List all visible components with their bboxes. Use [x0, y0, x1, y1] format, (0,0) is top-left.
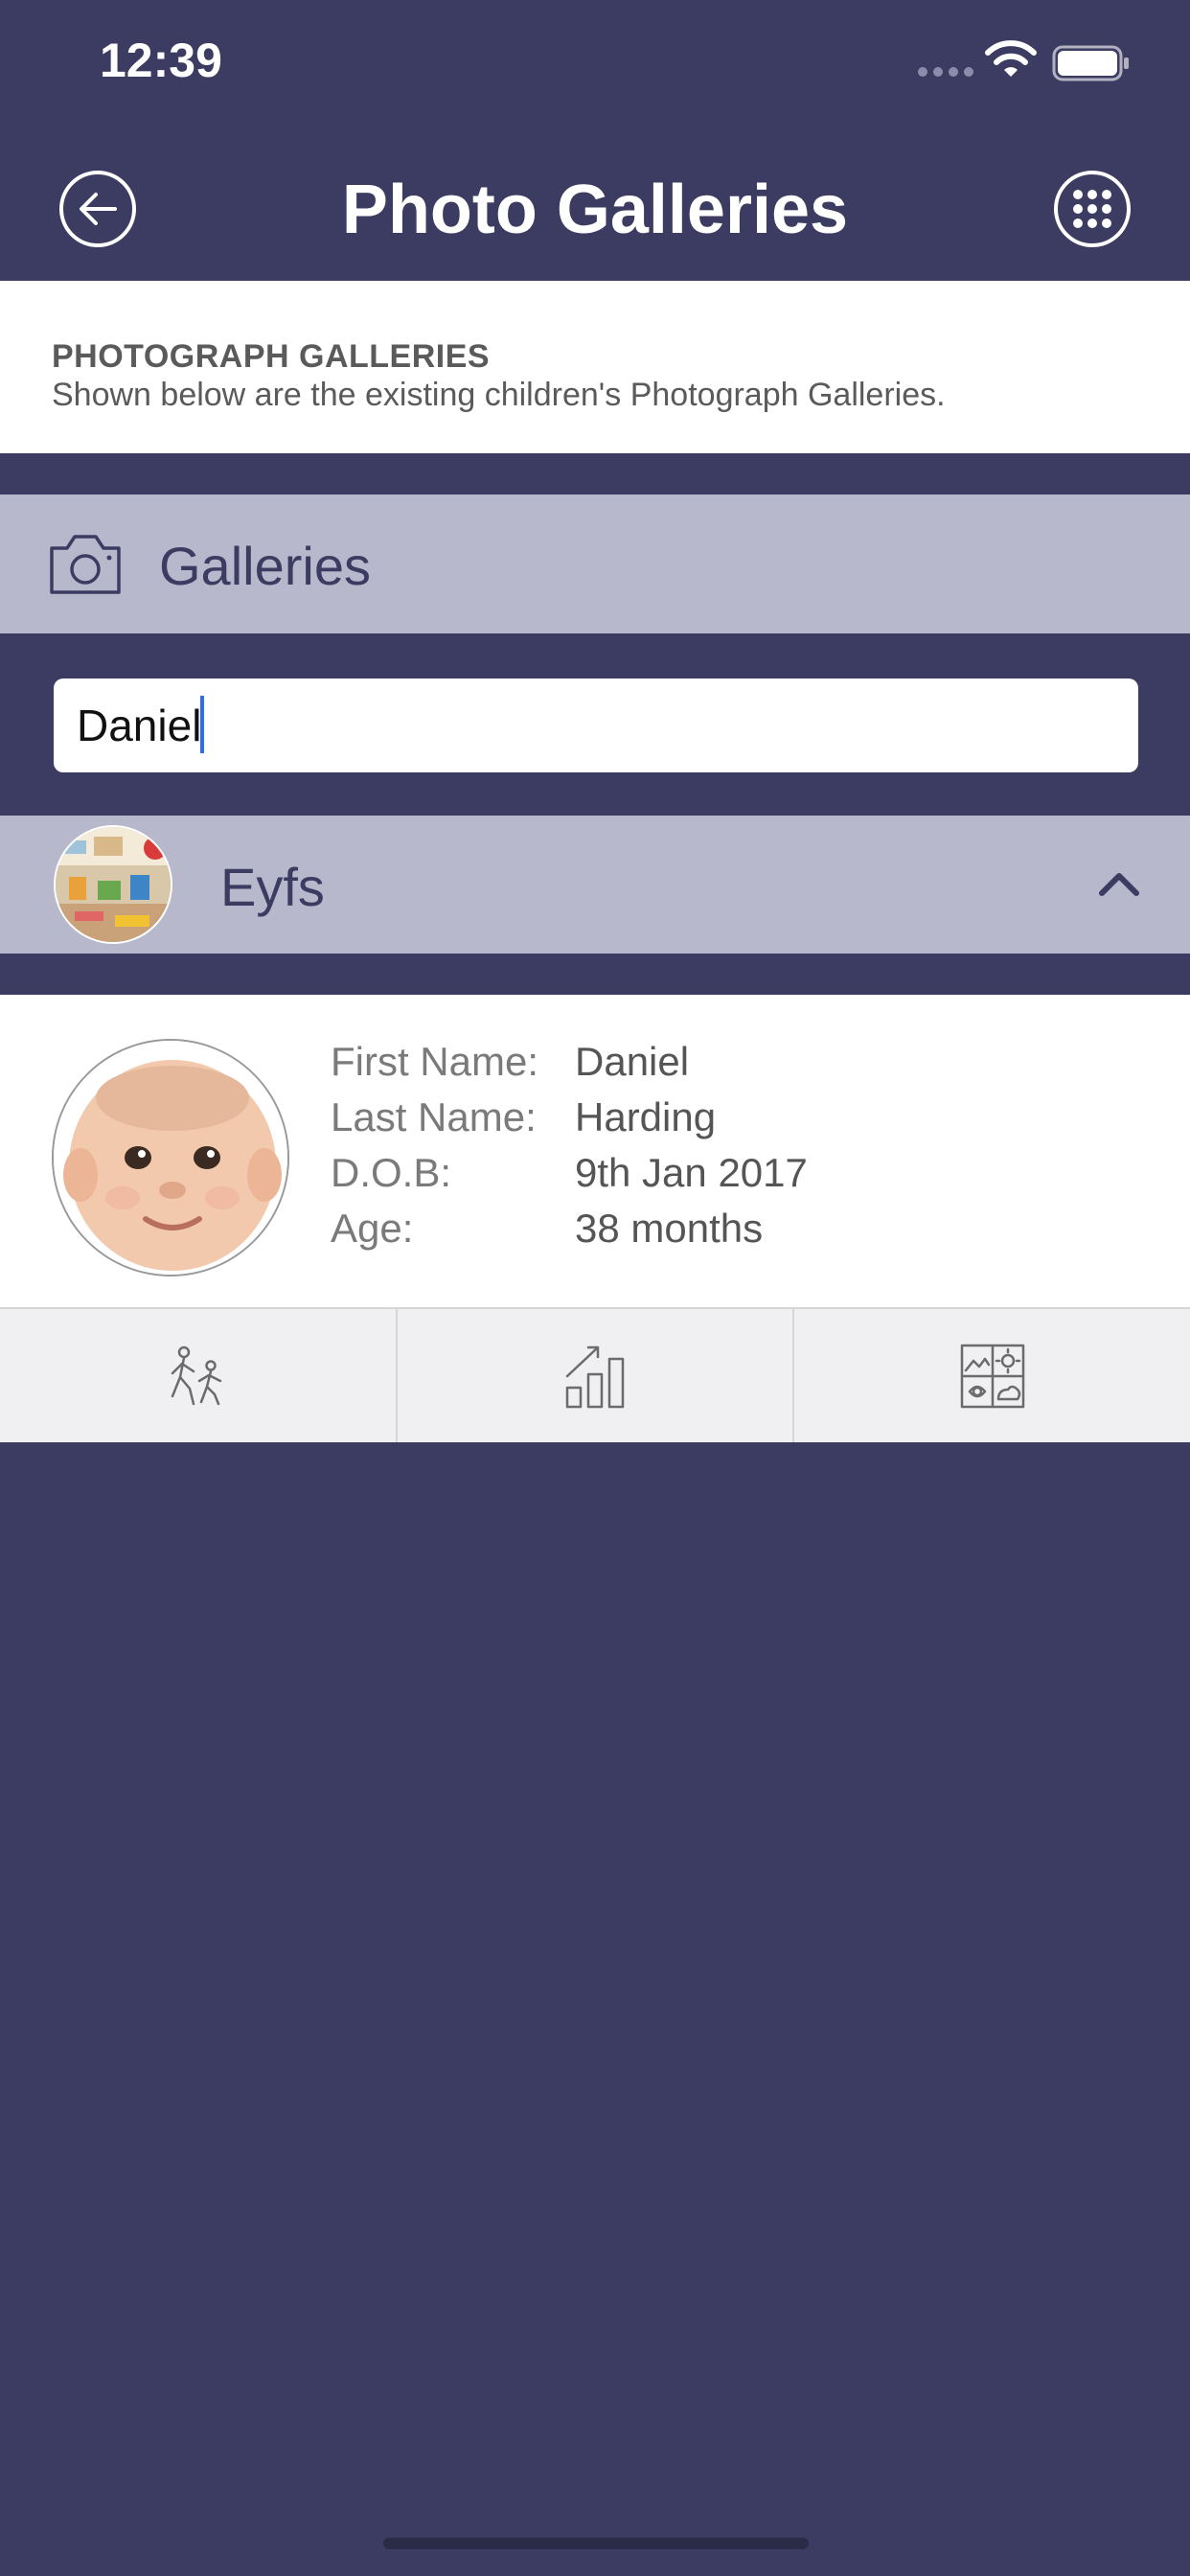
info-panel: PHOTOGRAPH GALLERIES Shown below are the… — [0, 281, 1190, 453]
group-header-eyfs[interactable]: Eyfs — [0, 816, 1190, 954]
activity-button[interactable] — [0, 1309, 398, 1442]
last-name-label: Last Name: — [331, 1094, 537, 1139]
galleries-label: Galleries — [159, 536, 371, 596]
first-name-label: First Name: — [331, 1039, 539, 1084]
info-description: Shown below are the existing children's … — [52, 377, 946, 413]
group-avatar — [54, 825, 172, 944]
info-heading: PHOTOGRAPH GALLERIES — [52, 338, 491, 375]
group-label: Eyfs — [220, 857, 325, 917]
dob-value: 9th Jan 2017 — [575, 1150, 808, 1195]
text-cursor — [200, 696, 204, 753]
search-input[interactable] — [54, 678, 1138, 772]
camera-icon — [50, 535, 121, 594]
progress-chart-button[interactable] — [398, 1309, 795, 1442]
photo-gallery-icon — [960, 1344, 1024, 1408]
walking-people-icon — [172, 1346, 222, 1405]
child-photo — [52, 1039, 289, 1276]
nav-bar: Photo Galleries — [0, 134, 1190, 278]
child-card[interactable]: First Name: Daniel Last Name: Harding D.… — [0, 995, 1190, 1307]
grid-menu-button[interactable] — [1054, 171, 1131, 247]
wifi-icon — [985, 40, 1037, 77]
cellular-signal-icon — [918, 67, 975, 77]
first-name-value: Daniel — [575, 1039, 690, 1084]
home-indicator — [383, 2538, 809, 2549]
chevron-up-icon[interactable] — [1096, 866, 1142, 899]
dob-label: D.O.B: — [331, 1150, 452, 1195]
age-label: Age: — [331, 1206, 414, 1251]
page-title: Photo Galleries — [341, 172, 849, 248]
status-time: 12:39 — [100, 34, 222, 87]
grid-menu-icon — [1073, 190, 1111, 228]
age-value: 38 months — [575, 1206, 764, 1251]
battery-icon — [1052, 45, 1129, 81]
photo-gallery-button[interactable] — [794, 1309, 1190, 1442]
child-action-bar — [0, 1307, 1190, 1442]
bar-chart-icon — [565, 1346, 625, 1408]
last-name-value: Harding — [575, 1094, 717, 1139]
status-bar: 12:39 — [0, 0, 1190, 134]
galleries-section-header: Galleries — [0, 494, 1190, 633]
